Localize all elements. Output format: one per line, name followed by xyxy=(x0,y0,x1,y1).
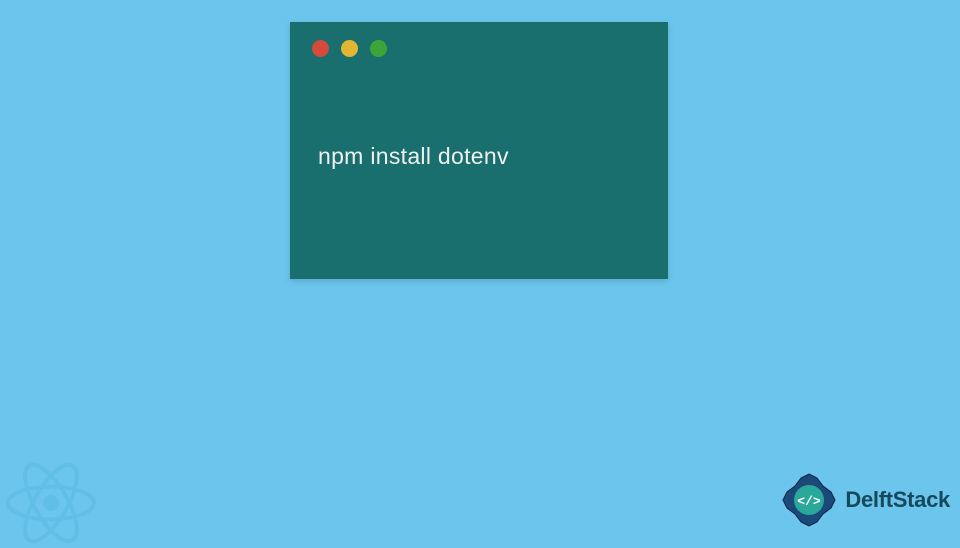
close-dot-icon xyxy=(312,40,329,57)
delftstack-brand-text: DelftStack xyxy=(845,487,950,513)
terminal-window: npm install dotenv xyxy=(290,22,668,279)
svg-text:</>: </> xyxy=(798,494,822,509)
window-controls xyxy=(290,22,668,75)
minimize-dot-icon xyxy=(341,40,358,57)
terminal-command: npm install dotenv xyxy=(290,75,668,238)
delftstack-logo: </> DelftStack xyxy=(779,470,950,530)
maximize-dot-icon xyxy=(370,40,387,57)
delftstack-badge-icon: </> xyxy=(779,470,839,530)
react-watermark-icon xyxy=(6,458,96,548)
